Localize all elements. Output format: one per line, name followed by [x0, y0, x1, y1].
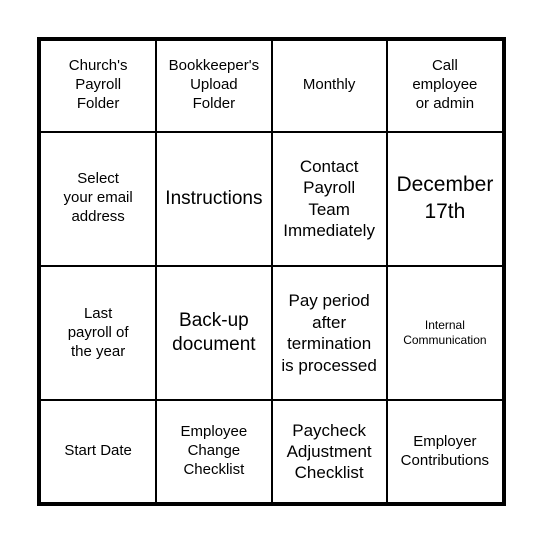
bingo-cell-label: Church's Payroll Folder — [68, 57, 128, 113]
bingo-cell-label: Select your email address — [63, 170, 133, 226]
bingo-grid: Church's Payroll Folder Bookkeeper's Upl… — [41, 41, 502, 502]
bingo-cell-r3c4[interactable]: Internal Communication — [385, 264, 502, 402]
bingo-cell-r3c2[interactable]: Back-up document — [155, 264, 273, 402]
bingo-cell-r1c4[interactable]: Call employee or admin — [385, 41, 502, 133]
bingo-cell-label: Contact Payroll Team Immediately — [283, 156, 375, 241]
bingo-cell-label: Employer Contributions — [400, 432, 490, 469]
bingo-cell-label: Monthly — [302, 76, 356, 94]
bingo-cell-label: December 17th — [396, 173, 494, 223]
bingo-cell-label: Call employee or admin — [412, 57, 478, 113]
bingo-cell-label: Bookkeeper's Upload Folder — [168, 57, 260, 113]
bingo-row: Last payroll of the year Back-up documen… — [41, 264, 502, 402]
bingo-row: Church's Payroll Folder Bookkeeper's Upl… — [41, 41, 502, 133]
bingo-cell-r3c1[interactable]: Last payroll of the year — [41, 264, 158, 402]
bingo-cell-label: Internal Communication — [403, 318, 487, 348]
bingo-row: Select your email address Instructions C… — [41, 130, 502, 267]
bingo-cell-r2c2[interactable]: Instructions — [155, 130, 273, 267]
bingo-cell-label: Last payroll of the year — [67, 304, 129, 360]
bingo-cell-r4c1[interactable]: Start Date — [41, 399, 158, 502]
bingo-cell-label: Paycheck Adjustment Checklist — [286, 420, 372, 483]
bingo-cell-r2c4[interactable]: December 17th — [385, 130, 502, 267]
bingo-cell-r2c3[interactable]: Contact Payroll Team Immediately — [270, 130, 388, 267]
bingo-cell-label: Instructions — [165, 187, 263, 209]
bingo-cell-r4c2[interactable]: Employee Change Checklist — [155, 399, 273, 502]
bingo-card: Church's Payroll Folder Bookkeeper's Upl… — [37, 37, 506, 506]
bingo-cell-label: Back-up document — [172, 310, 256, 356]
bingo-cell-r1c1[interactable]: Church's Payroll Folder — [41, 41, 158, 133]
bingo-row: Start Date Employee Change Checklist Pay… — [41, 399, 502, 502]
bingo-cell-r1c3[interactable]: Monthly — [270, 41, 388, 133]
bingo-cell-r4c3[interactable]: Paycheck Adjustment Checklist — [270, 399, 388, 502]
bingo-cell-label: Employee Change Checklist — [180, 423, 248, 479]
bingo-cell-r2c1[interactable]: Select your email address — [41, 130, 158, 267]
bingo-cell-label: Pay period after termination is processe… — [281, 291, 377, 375]
bingo-cell-r4c4[interactable]: Employer Contributions — [385, 399, 502, 502]
bingo-cell-r1c2[interactable]: Bookkeeper's Upload Folder — [155, 41, 273, 133]
bingo-cell-r3c3[interactable]: Pay period after termination is processe… — [270, 264, 388, 402]
bingo-cell-label: Start Date — [64, 442, 132, 460]
